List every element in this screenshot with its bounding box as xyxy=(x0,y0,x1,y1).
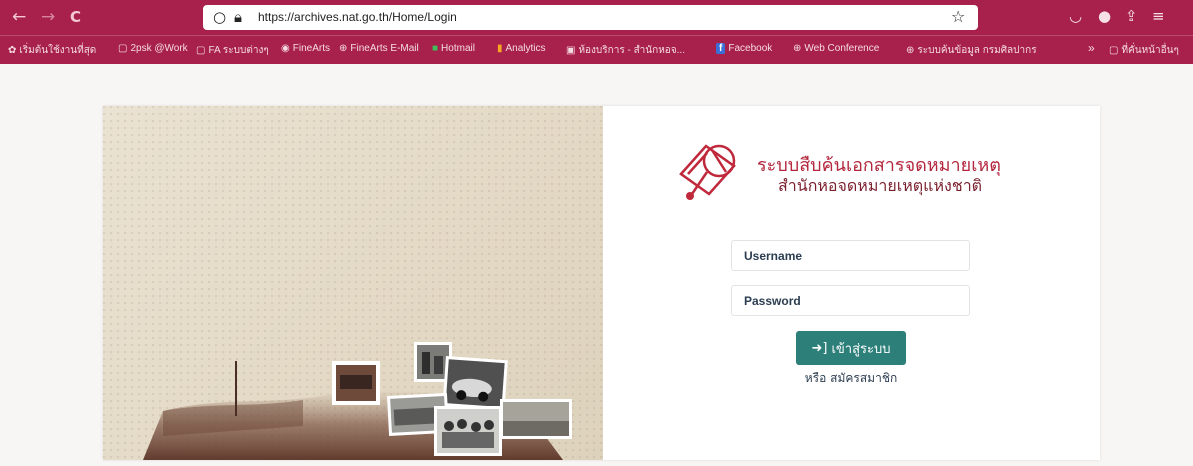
archive-logo-icon xyxy=(679,144,736,200)
bookmark-item[interactable]: ✿ เริ่มต้นใช้งานที่สุด xyxy=(8,43,96,58)
account-icon[interactable]: ● xyxy=(1098,7,1111,25)
pocket-icon[interactable]: ◡ xyxy=(1069,7,1082,25)
bookmarks-overflow-icon[interactable]: » xyxy=(1088,41,1095,55)
bookmark-item[interactable]: ⊕ ระบบค้นข้อมูล กรมศิลปากร xyxy=(906,43,1037,58)
register-link[interactable]: หรือ สมัครสมาชิก xyxy=(796,369,906,388)
reload-icon[interactable]: C xyxy=(70,7,81,27)
bookmark-item[interactable]: ◉ FineArts xyxy=(281,43,330,54)
bookmark-item[interactable]: ▮ Analytics xyxy=(497,43,546,54)
extensions-icon[interactable]: ⇪ xyxy=(1125,7,1138,25)
url-text[interactable]: https://archives.nat.go.th/Home/Login xyxy=(258,10,457,24)
login-button-label: เข้าสู่ระบบ xyxy=(831,341,891,357)
bookmark-item[interactable]: ▢ 2psk @Work xyxy=(118,43,188,54)
bookmark-item[interactable]: f Facebook xyxy=(716,43,772,54)
bookmarks-bar: ✿ เริ่มต้นใช้งานที่สุด ▢ 2psk @Work ▢ FA ระ… xyxy=(0,35,1193,64)
bookmark-star-icon[interactable]: ☆ xyxy=(951,7,965,26)
bookmark-item[interactable]: ▣ ห้องบริการ - สำนักหอจ... xyxy=(566,43,685,58)
archive-photo-collage xyxy=(103,106,603,460)
browser-toolbar: ← → C ○ 🔒︎ https://archives.nat.go.th/Ho… xyxy=(0,0,1193,35)
back-icon[interactable]: ← xyxy=(12,7,26,27)
login-button[interactable]: ➜] เข้าสู่ระบบ xyxy=(796,331,906,365)
other-bookmarks[interactable]: ▢ ที่คั่นหน้าอื่นๆ xyxy=(1109,43,1179,58)
menu-icon[interactable]: ≡ xyxy=(1152,7,1165,25)
bookmark-item[interactable]: ▢ FA ระบบต่างๆ xyxy=(196,43,269,58)
sign-in-icon: ➜] xyxy=(811,340,828,356)
shield-icon[interactable]: ○ xyxy=(213,8,226,26)
lock-icon[interactable]: 🔒︎ xyxy=(234,8,242,26)
bookmark-item[interactable]: ⊕ FineArts E-Mail xyxy=(339,43,419,54)
bookmark-item[interactable]: ⊕ Web Conference xyxy=(793,43,879,54)
bookmark-item[interactable]: ■ Hotmail xyxy=(432,43,475,54)
username-input[interactable] xyxy=(731,240,970,271)
address-bar[interactable]: ○ 🔒︎ https://archives.nat.go.th/Home/Log… xyxy=(203,5,978,30)
organization-title: สำนักหอจดหมายเหตุแห่งชาติ xyxy=(778,176,983,195)
forward-icon[interactable]: → xyxy=(41,7,55,27)
password-input[interactable] xyxy=(731,285,970,316)
archive-photo-collage-art xyxy=(143,342,572,460)
